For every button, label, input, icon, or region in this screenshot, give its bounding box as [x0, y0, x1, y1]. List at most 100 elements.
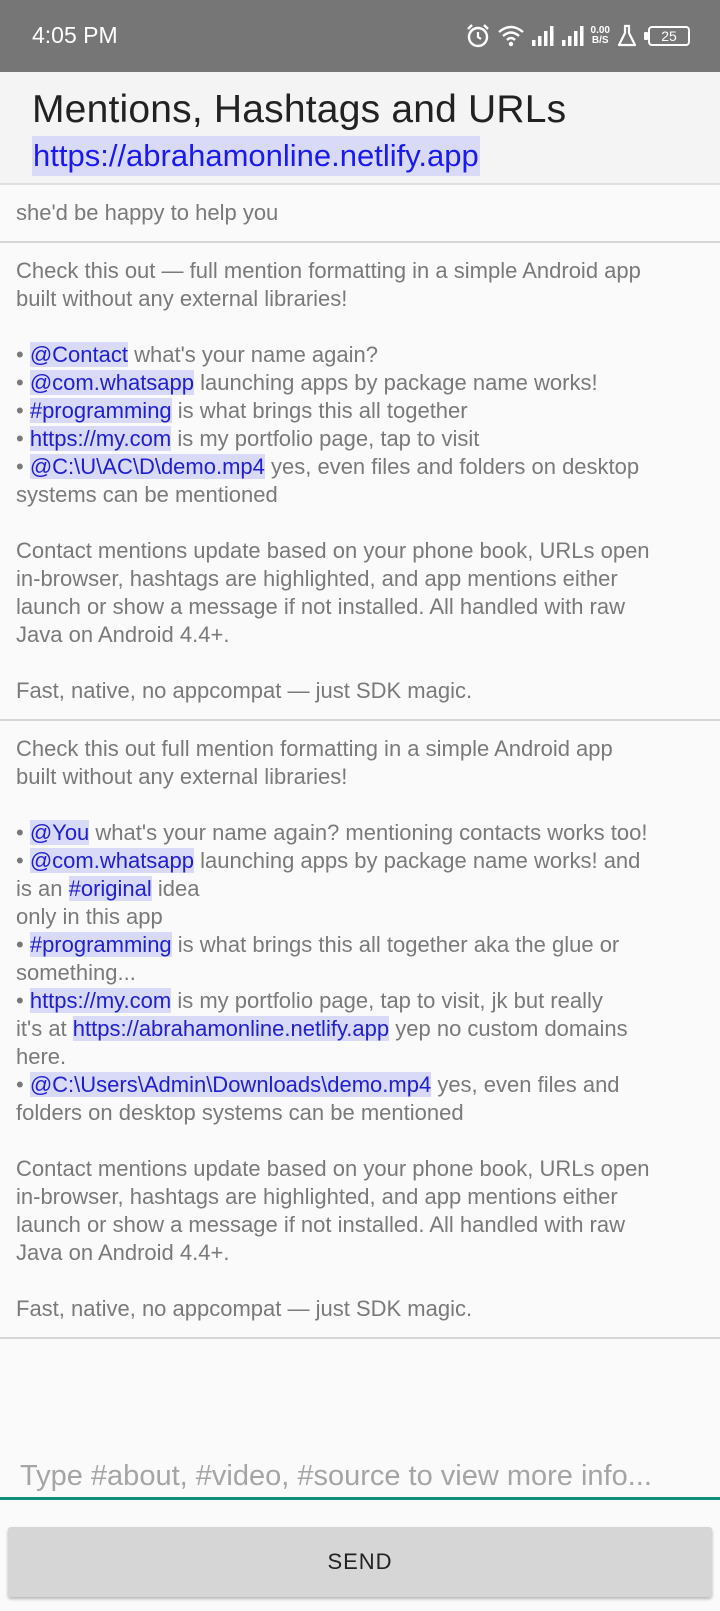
- message-text: •: [16, 454, 30, 479]
- message-text: •: [16, 1072, 30, 1097]
- status-icons: 0.00 B/S 25: [465, 18, 690, 54]
- message-input[interactable]: [0, 1455, 720, 1497]
- message-text: idea: [151, 876, 200, 901]
- message-line: launch or show a message if not installe…: [16, 593, 704, 621]
- message-text: •: [16, 848, 30, 873]
- app-bar: Mentions, Hashtags and URLs https://abra…: [0, 72, 720, 185]
- message-line: systems can be mentioned: [16, 481, 704, 509]
- message-line: Java on Android 4.4+.: [16, 1239, 704, 1267]
- message-line: in-browser, hashtags are highlighted, an…: [16, 565, 704, 593]
- message-text: launching apps by package name works! an…: [194, 848, 641, 873]
- message-line: Check this out — full mention formatting…: [16, 257, 704, 285]
- message-text: systems can be mentioned: [16, 482, 278, 507]
- message-line: • @com.whatsapp launching apps by packag…: [16, 847, 704, 875]
- signal-icon: [531, 25, 555, 47]
- mention-link[interactable]: @com.whatsapp: [29, 370, 195, 395]
- mention-link[interactable]: @com.whatsapp: [29, 848, 195, 873]
- message-text: launch or show a message if not installe…: [16, 594, 626, 619]
- message-text: built without any external libraries!: [16, 286, 348, 311]
- send-button[interactable]: SEND: [8, 1527, 712, 1597]
- message-text: launching apps by package name works!: [194, 370, 598, 395]
- message-line: • @C:\U\AC\D\demo.mp4 yes, even files an…: [16, 453, 704, 481]
- message-text: Contact mentions update based on your ph…: [16, 1156, 650, 1181]
- message-text: it's at: [16, 1016, 73, 1041]
- message-text: Java on Android 4.4+.: [16, 1240, 230, 1265]
- signal-icon: [561, 25, 585, 47]
- message-list: she'd be happy to help you Check this out…: [0, 185, 720, 1339]
- message-text: Fast, native, no appcompat — just SDK ma…: [16, 1296, 473, 1321]
- alarm-icon: [465, 23, 491, 49]
- message-line: built without any external libraries!: [16, 763, 704, 791]
- mention-link[interactable]: @You: [29, 820, 90, 845]
- message-line: folders on desktop systems can be mentio…: [16, 1099, 704, 1127]
- message-text: •: [16, 932, 30, 957]
- message-text: Check this out — full mention formatting…: [16, 258, 641, 283]
- message-text: Java on Android 4.4+.: [16, 622, 230, 647]
- message-text: •: [16, 820, 30, 845]
- mention-link[interactable]: @C:\U\AC\D\demo.mp4: [29, 454, 265, 479]
- message-line: Contact mentions update based on your ph…: [16, 537, 704, 565]
- page-title: Mentions, Hashtags and URLs: [32, 88, 567, 131]
- message-line: • @You what's your name again? mentionin…: [16, 819, 704, 847]
- header-link[interactable]: https://abrahamonline.netlify.app: [32, 136, 480, 176]
- message-text: is an: [16, 876, 69, 901]
- message-line: Contact mentions update based on your ph…: [16, 1155, 704, 1183]
- message-text: folders on desktop systems can be mentio…: [16, 1100, 464, 1125]
- message-text: yes, even files and: [431, 1072, 620, 1097]
- message-line: it's at https://abrahamonline.netlify.ap…: [16, 1015, 704, 1043]
- message-text: Check this out full mention formatting i…: [16, 736, 613, 761]
- hashtag-link[interactable]: #programming: [29, 932, 172, 957]
- message-text: built without any external libraries!: [16, 764, 348, 789]
- status-bar: 4:05 PM 0.00 B/S 25: [0, 0, 720, 72]
- message-line: is an #original idea: [16, 875, 704, 903]
- message-item[interactable]: Check this out — full mention formatting…: [0, 243, 720, 721]
- message-line: something...: [16, 959, 704, 987]
- url-link[interactable]: https://abrahamonline.netlify.app: [72, 1016, 390, 1041]
- network-speed: 0.00 B/S: [591, 26, 610, 46]
- message-line: • https://my.com is my portfolio page, t…: [16, 425, 704, 453]
- battery-icon: 25: [644, 26, 690, 46]
- message-line: built without any external libraries!: [16, 285, 704, 313]
- hashtag-link[interactable]: #programming: [29, 398, 172, 423]
- message-line: only in this app: [16, 903, 704, 931]
- mention-link[interactable]: @C:\Users\Admin\Downloads\demo.mp4: [29, 1072, 432, 1097]
- url-link[interactable]: https://my.com: [29, 988, 172, 1013]
- message-composer: [0, 1455, 720, 1500]
- message-line: Fast, native, no appcompat — just SDK ma…: [16, 677, 704, 705]
- message-text: here.: [16, 1044, 67, 1069]
- message-item[interactable]: she'd be happy to help you: [0, 185, 720, 243]
- message-text: is my portfolio page, tap to visit: [171, 426, 480, 451]
- flask-icon: [616, 24, 638, 48]
- message-text: •: [16, 342, 30, 367]
- url-link[interactable]: https://my.com: [29, 426, 172, 451]
- message-text: what's your name again? mentioning conta…: [89, 820, 648, 845]
- status-time: 4:05 PM: [32, 22, 118, 48]
- message-text: she'd be happy to help you: [16, 200, 279, 225]
- message-line: she'd be happy to help you: [16, 199, 704, 227]
- message-text: •: [16, 370, 30, 395]
- message-line: Java on Android 4.4+.: [16, 621, 704, 649]
- message-line: • @Contact what's your name again?: [16, 341, 704, 369]
- network-speed-unit: B/S: [591, 35, 609, 46]
- message-line: • @com.whatsapp launching apps by packag…: [16, 369, 704, 397]
- message-text: is what brings this all together aka the…: [171, 932, 620, 957]
- message-text: •: [16, 426, 30, 451]
- message-text: is my portfolio page, tap to visit, jk b…: [171, 988, 603, 1013]
- message-line: • #programming is what brings this all t…: [16, 931, 704, 959]
- message-text: in-browser, hashtags are highlighted, an…: [16, 566, 618, 591]
- message-text: only in this app: [16, 904, 163, 929]
- message-text: something...: [16, 960, 136, 985]
- message-line: in-browser, hashtags are highlighted, an…: [16, 1183, 704, 1211]
- message-line: • @C:\Users\Admin\Downloads\demo.mp4 yes…: [16, 1071, 704, 1099]
- message-text: •: [16, 398, 30, 423]
- message-line: Fast, native, no appcompat — just SDK ma…: [16, 1295, 704, 1323]
- wifi-icon: [497, 24, 525, 48]
- hashtag-link[interactable]: #original: [68, 876, 152, 901]
- message-item[interactable]: Check this out full mention formatting i…: [0, 721, 720, 1339]
- message-text: Contact mentions update based on your ph…: [16, 538, 650, 563]
- mention-link[interactable]: @Contact: [29, 342, 128, 367]
